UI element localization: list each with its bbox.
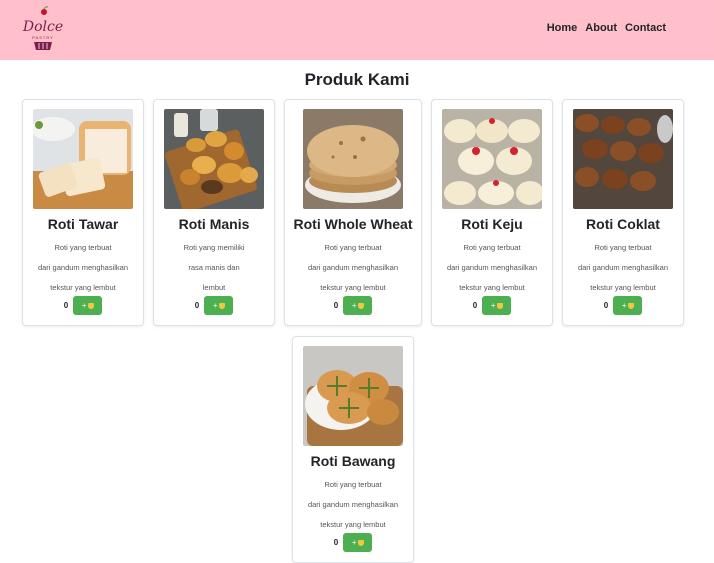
product-name: Roti Keju: [461, 216, 523, 232]
money-bag-icon: [87, 302, 94, 309]
description-line: dari gandum menghasilkan: [446, 263, 538, 272]
nav-contact-link[interactable]: Contact: [625, 22, 666, 34]
product-name: Roti Tawar: [47, 216, 119, 232]
description-line: dari gandum menghasilkan: [37, 263, 129, 272]
add-button-label: +: [621, 301, 627, 310]
money-bag-icon: [218, 302, 225, 309]
purchase-controls: 0 +: [23, 296, 143, 315]
description-line: Roti yang terbuat: [324, 480, 382, 489]
product-description: Roti yang terbuat dari gandum menghasilk…: [23, 238, 143, 298]
money-bag-icon: [627, 302, 634, 309]
add-to-cart-button[interactable]: +: [204, 296, 234, 315]
product-card: Roti Whole Wheat Roti yang terbuat dari …: [284, 99, 422, 326]
quantity-value: 0: [472, 301, 478, 310]
purchase-controls: 0 +: [154, 296, 274, 315]
add-to-cart-button[interactable]: +: [482, 296, 512, 315]
add-button-label: +: [351, 301, 357, 310]
product-description: Roti yang terbuat dari gandum menghasilk…: [285, 238, 421, 298]
add-to-cart-button[interactable]: +: [613, 296, 643, 315]
description-line: Roti yang terbuat: [594, 243, 652, 252]
description-line: lembut: [202, 283, 226, 292]
description-line: dari gandum menghasilkan: [307, 500, 399, 509]
product-card: Roti Tawar Roti yang terbuat dari gandum…: [22, 99, 144, 326]
purchase-controls: 0 +: [563, 296, 683, 315]
description-line: Roti yang terbuat: [324, 243, 382, 252]
money-bag-icon: [496, 302, 503, 309]
description-line: tekstur yang lembut: [590, 283, 656, 292]
description-line: Roti yang terbuat: [463, 243, 521, 252]
product-image: [442, 109, 542, 209]
product-name: Roti Coklat: [586, 216, 660, 232]
purchase-controls: 0 +: [285, 296, 421, 315]
purchase-controls: 0 +: [432, 296, 552, 315]
money-bag-icon: [357, 302, 364, 309]
nav-about-link[interactable]: About: [585, 22, 617, 34]
product-card: Roti Coklat Roti yang terbuat dari gandu…: [562, 99, 684, 326]
navbar: Dolce PASTRY Home About Contact: [0, 0, 714, 60]
quantity-value: 0: [333, 301, 339, 310]
product-description: Roti yang memiliki rasa manis dan lembut: [154, 238, 274, 298]
quantity-value: 0: [603, 301, 609, 310]
product-image: [164, 109, 264, 209]
product-image: [573, 109, 673, 209]
add-button-label: +: [81, 301, 87, 310]
logo-text: Dolce: [22, 19, 64, 35]
product-name: Roti Whole Wheat: [293, 216, 413, 232]
product-description: Roti yang terbuat dari gandum menghasilk…: [293, 475, 413, 535]
logo-subtext: PASTRY: [32, 35, 54, 40]
product-name: Roti Bawang: [310, 453, 396, 469]
add-button-label: +: [490, 301, 496, 310]
product-image: [303, 109, 403, 209]
add-to-cart-button[interactable]: +: [73, 296, 103, 315]
product-card: Roti Manis Roti yang memiliki rasa manis…: [153, 99, 275, 326]
product-card: Roti Keju Roti yang terbuat dari gandum …: [431, 99, 553, 326]
page-title: Produk Kami: [304, 70, 410, 89]
product-description: Roti yang terbuat dari gandum menghasilk…: [563, 238, 683, 298]
nav-home-link[interactable]: Home: [547, 22, 578, 34]
quantity-value: 0: [63, 301, 69, 310]
description-line: rasa manis dan: [188, 263, 240, 272]
brand-logo[interactable]: Dolce PASTRY: [22, 6, 64, 52]
description-line: tekstur yang lembut: [320, 520, 386, 529]
description-line: dari gandum menghasilkan: [577, 263, 669, 272]
description-line: dari gandum menghasilkan: [307, 263, 399, 272]
nav-links: Home About Contact: [547, 22, 666, 34]
description-line: tekstur yang lembut: [320, 283, 386, 292]
description-line: tekstur yang lembut: [50, 283, 116, 292]
description-line: tekstur yang lembut: [459, 283, 525, 292]
add-button-label: +: [212, 301, 218, 310]
product-image: [303, 346, 403, 446]
add-to-cart-button[interactable]: +: [343, 296, 373, 315]
product-description: Roti yang terbuat dari gandum menghasilk…: [432, 238, 552, 298]
product-card: Roti Bawang Roti yang terbuat dari gandu…: [292, 336, 414, 563]
product-image: [33, 109, 133, 209]
product-name: Roti Manis: [178, 216, 250, 232]
quantity-value: 0: [194, 301, 200, 310]
description-line: Roti yang memiliki: [183, 243, 245, 252]
description-line: Roti yang terbuat: [54, 243, 112, 252]
